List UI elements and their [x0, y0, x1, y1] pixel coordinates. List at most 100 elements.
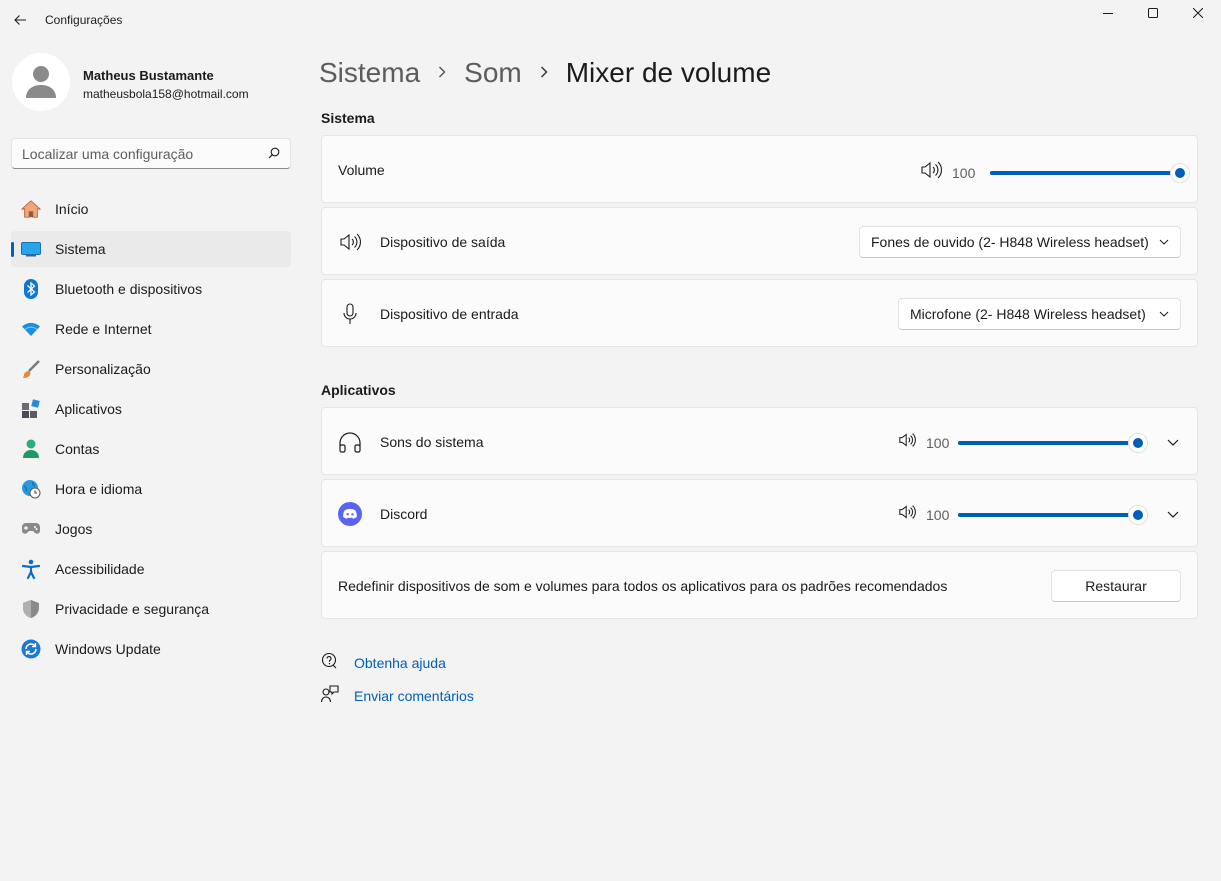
breadcrumb-chevron-icon	[437, 62, 447, 85]
input-device-dropdown[interactable]: Microfone (2- H848 Wireless headset)	[898, 298, 1181, 330]
maximize-button[interactable]	[1130, 0, 1176, 26]
get-help-link[interactable]: Obtenha ajuda	[321, 652, 446, 675]
output-device-dropdown[interactable]: Fones de ouvido (2- H848 Wireless headse…	[859, 226, 1181, 258]
close-button[interactable]	[1175, 0, 1221, 26]
chevron-down-icon	[1159, 311, 1169, 317]
slider-fill	[990, 170, 1180, 175]
restore-button[interactable]: Restaurar	[1051, 570, 1181, 602]
slider-thumb[interactable]	[1128, 504, 1148, 525]
sidebar-item-label: Rede e Internet	[55, 321, 152, 337]
breadcrumb-sistema[interactable]: Sistema	[319, 57, 420, 89]
help-icon	[321, 652, 339, 675]
close-icon	[1193, 8, 1203, 18]
user-profile[interactable]: Matheus Bustamante matheusbola158@hotmai…	[12, 53, 302, 113]
update-icon	[21, 639, 41, 659]
app-volume-card-sons-do-sistema: Sons do sistema 100	[321, 407, 1198, 475]
system-icon	[21, 239, 41, 259]
sidebar-item-rede[interactable]: Rede e Internet	[11, 311, 291, 347]
shield-icon	[21, 599, 41, 619]
speaker-icon[interactable]	[898, 432, 916, 453]
minimize-button[interactable]	[1085, 0, 1131, 26]
user-name: Matheus Bustamante	[83, 68, 214, 83]
speaker-icon[interactable]	[920, 160, 942, 185]
brush-icon	[21, 359, 41, 379]
expand-button[interactable]	[1161, 502, 1185, 526]
accounts-icon	[21, 439, 41, 459]
feedback-icon	[320, 684, 339, 708]
title-bar: Configurações	[0, 0, 1221, 40]
gamepad-icon	[21, 519, 41, 539]
sidebar-item-sistema[interactable]: Sistema	[11, 231, 291, 267]
minimize-icon	[1103, 13, 1113, 14]
slider-thumb[interactable]	[1128, 432, 1148, 453]
sidebar-item-jogos[interactable]: Jogos	[11, 511, 291, 547]
volume-value: 100	[952, 164, 976, 181]
app-title: Configurações	[45, 13, 123, 27]
search-placeholder: Localizar uma configuração	[22, 146, 194, 162]
master-volume-control: 100	[920, 160, 1190, 185]
sidebar-item-label: Sistema	[55, 241, 106, 257]
sidebar-nav: Início Sistema Bluetooth e dispositivos …	[11, 191, 291, 671]
sidebar-item-label: Hora e idioma	[55, 481, 143, 497]
search-input[interactable]: Localizar uma configuração	[11, 138, 291, 169]
output-device-selected: Fones de ouvido (2- H848 Wireless headse…	[871, 234, 1149, 250]
search-icon	[268, 147, 280, 159]
sidebar-item-personalizacao[interactable]: Personalização	[11, 351, 291, 387]
sidebar-item-label: Privacidade e segurança	[55, 601, 210, 617]
volume-label: Volume	[338, 162, 385, 178]
input-device-card: Dispositivo de entrada Microfone (2- H84…	[321, 279, 1198, 347]
sidebar-item-contas[interactable]: Contas	[11, 431, 291, 467]
volume-card: Volume 100	[321, 135, 1198, 203]
accessibility-icon	[21, 559, 41, 579]
sidebar-item-bluetooth[interactable]: Bluetooth e dispositivos	[11, 271, 291, 307]
reset-description: Redefinir dispositivos de som e volumes …	[338, 578, 948, 594]
reset-card: Redefinir dispositivos de som e volumes …	[321, 551, 1198, 619]
home-icon	[21, 199, 41, 219]
chevron-down-icon	[1167, 511, 1179, 518]
sidebar-item-acessibilidade[interactable]: Acessibilidade	[11, 551, 291, 587]
send-feedback-label[interactable]: Enviar comentários	[354, 688, 474, 704]
app-volume-slider[interactable]	[958, 504, 1148, 525]
send-feedback-link[interactable]: Enviar comentários	[320, 684, 474, 708]
app-volume-value: 100	[926, 506, 950, 523]
sidebar-item-label: Bluetooth e dispositivos	[55, 281, 203, 297]
sidebar-item-label: Windows Update	[55, 641, 161, 657]
master-volume-slider[interactable]	[990, 162, 1190, 183]
chevron-down-icon	[1159, 239, 1169, 245]
back-button[interactable]	[8, 8, 32, 32]
bluetooth-icon	[21, 279, 41, 299]
breadcrumb-som[interactable]: Som	[464, 57, 522, 89]
microphone-icon	[338, 302, 362, 326]
avatar	[12, 53, 70, 111]
app-name: Sons do sistema	[380, 434, 484, 450]
sidebar-item-aplicativos[interactable]: Aplicativos	[11, 391, 291, 427]
apps-icon	[21, 399, 41, 419]
expand-button[interactable]	[1161, 430, 1185, 454]
app-name: Discord	[380, 506, 428, 522]
maximize-icon	[1148, 8, 1158, 18]
sidebar-item-inicio[interactable]: Início	[11, 191, 291, 227]
get-help-label[interactable]: Obtenha ajuda	[354, 655, 446, 671]
input-device-label: Dispositivo de entrada	[380, 306, 519, 322]
sidebar-item-label: Acessibilidade	[55, 561, 145, 577]
output-device-card: Dispositivo de saída Fones de ouvido (2-…	[321, 207, 1198, 275]
sidebar-item-hora[interactable]: Hora e idioma	[11, 471, 291, 507]
app-volume-control: 100	[898, 504, 1148, 525]
slider-fill	[958, 440, 1138, 445]
section-title-aplicativos: Aplicativos	[321, 382, 396, 398]
speaker-icon[interactable]	[898, 504, 916, 525]
app-volume-card-discord: Discord 100	[321, 479, 1198, 547]
app-volume-control: 100	[898, 432, 1148, 453]
globe-clock-icon	[21, 479, 41, 499]
sidebar-item-windows-update[interactable]: Windows Update	[11, 631, 291, 667]
speaker-icon	[338, 230, 362, 254]
sidebar-item-privacidade[interactable]: Privacidade e segurança	[11, 591, 291, 627]
slider-thumb[interactable]	[1170, 162, 1190, 183]
breadcrumb: Sistema Som Mixer de volume	[319, 53, 771, 93]
app-volume-slider[interactable]	[958, 432, 1148, 453]
sidebar-item-label: Personalização	[55, 361, 151, 377]
input-device-selected: Microfone (2- H848 Wireless headset)	[910, 306, 1146, 322]
slider-fill	[958, 512, 1138, 517]
sidebar-item-label: Jogos	[55, 521, 93, 537]
chevron-down-icon	[1167, 439, 1179, 446]
